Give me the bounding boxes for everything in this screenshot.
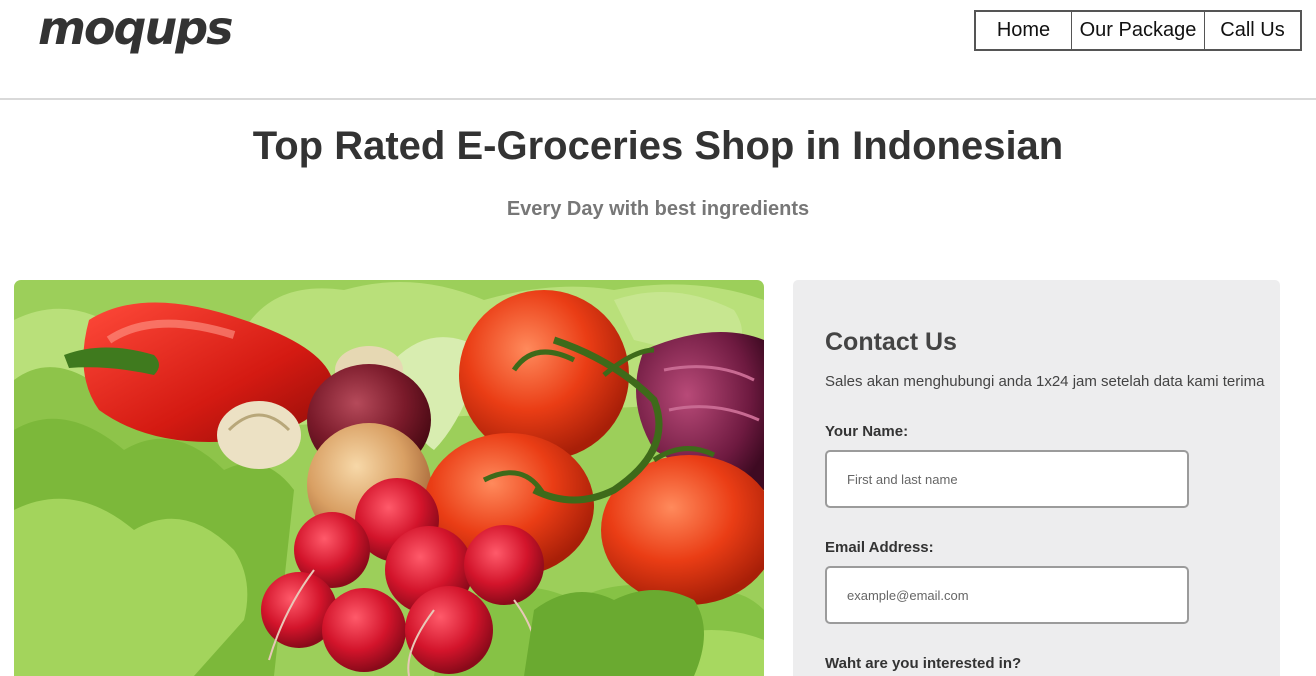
nav-call-us[interactable]: Call Us: [1204, 12, 1300, 49]
interest-label: Waht are you interested in?: [825, 655, 1022, 672]
hero-subtitle: Every Day with best ingredients: [506, 198, 810, 220]
moqups-logo[interactable]: moqups: [36, 0, 261, 66]
nav-home[interactable]: Home: [976, 12, 1071, 49]
hero-title: Top Rated E-Groceries Shop in Indonesian: [252, 124, 1064, 168]
vegetables-image: [14, 280, 764, 676]
email-input[interactable]: [825, 566, 1189, 624]
contact-title: Contact Us: [825, 328, 957, 356]
contact-note: Sales akan menghubungi anda 1x24 jam set…: [825, 373, 1265, 390]
contact-form-panel: Contact Us Sales akan menghubungi anda 1…: [793, 280, 1280, 676]
main-nav: Home Our Package Call Us: [974, 10, 1302, 51]
name-label: Your Name:: [825, 423, 909, 440]
name-input[interactable]: [825, 450, 1189, 508]
email-label: Email Address:: [825, 539, 934, 556]
nav-our-package[interactable]: Our Package: [1071, 12, 1204, 49]
site-header: moqups Home Our Package Call Us: [0, 0, 1316, 100]
logo-text: moqups: [38, 1, 232, 55]
